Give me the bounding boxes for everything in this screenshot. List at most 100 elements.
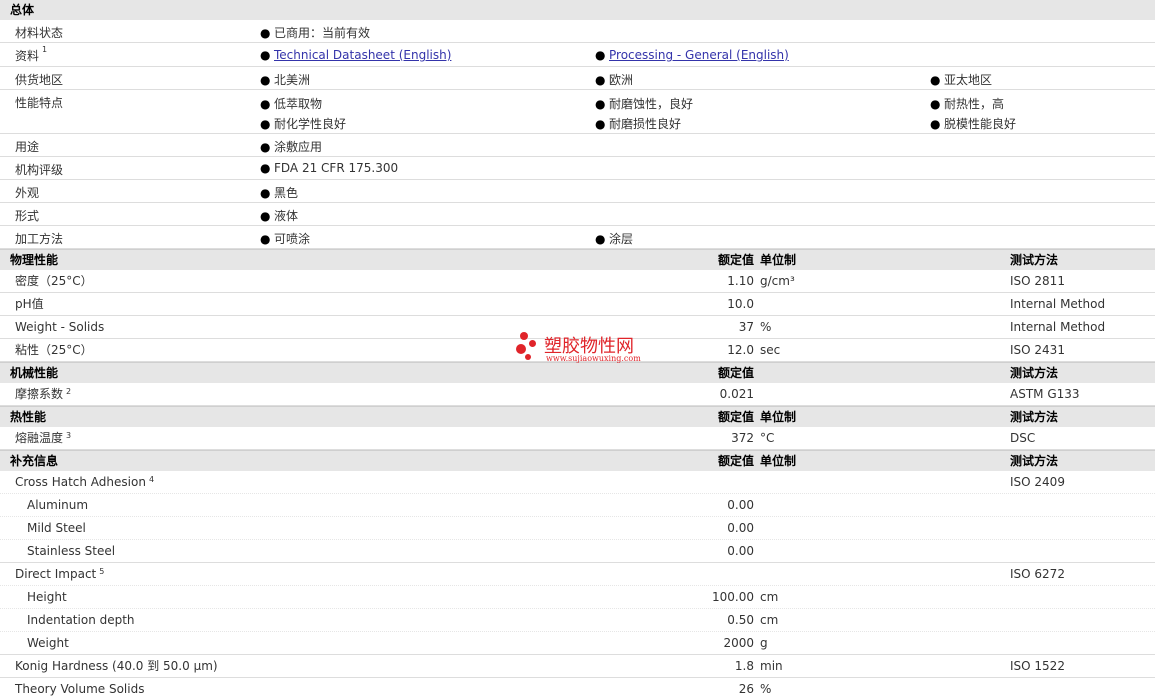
cell: ● 液体 bbox=[260, 209, 299, 223]
bullet-icon: ● bbox=[260, 117, 271, 131]
row-label: 用途 bbox=[15, 140, 40, 154]
property-value: 372 bbox=[731, 431, 754, 445]
property-unit: sec bbox=[760, 343, 781, 357]
cell: ● 北美洲 bbox=[260, 73, 311, 87]
bullet-icon: ● bbox=[930, 97, 941, 111]
row-agency-rating: 机构评级 ● FDA 21 CFR 175.300 bbox=[0, 157, 1155, 180]
cell: ● 涂层 bbox=[595, 232, 634, 246]
property-label: Weight bbox=[27, 636, 69, 650]
table-row: Cross Hatch Adhesion 4 ISO 2409 bbox=[0, 471, 1155, 494]
table-row: Indentation depth 0.50 cm bbox=[0, 609, 1155, 632]
property-value: 0.50 bbox=[727, 613, 754, 627]
section-header-thermal: 热性能 额定值 单位制 测试方法 bbox=[0, 406, 1155, 427]
property-label: 熔融温度 3 bbox=[15, 431, 72, 445]
bullet-icon: ● bbox=[595, 97, 606, 111]
row-label: 供货地区 bbox=[15, 73, 64, 87]
property-value: 2000 bbox=[723, 636, 754, 650]
table-row: Direct Impact 5 ISO 6272 bbox=[0, 563, 1155, 586]
property-test: Internal Method bbox=[1010, 320, 1106, 334]
property-value: 0.00 bbox=[727, 498, 754, 512]
bullet-icon: ● bbox=[260, 73, 271, 87]
section-title: 热性能 bbox=[10, 410, 47, 424]
column-test: 测试方法 bbox=[1010, 366, 1059, 380]
column-test: 测试方法 bbox=[1010, 454, 1059, 468]
property-value: 0.00 bbox=[727, 521, 754, 535]
property-label: Cross Hatch Adhesion 4 bbox=[15, 475, 155, 489]
column-test: 测试方法 bbox=[1010, 410, 1059, 424]
bullet-icon: ● bbox=[260, 232, 271, 246]
property-test: ISO 2409 bbox=[1010, 475, 1065, 489]
property-value: 0.021 bbox=[719, 387, 754, 401]
property-label: Direct Impact 5 bbox=[15, 567, 105, 581]
property-value: 100.00 bbox=[712, 590, 754, 604]
bullet-icon: ● bbox=[260, 48, 271, 62]
table-row: Aluminum 0.00 bbox=[0, 494, 1155, 517]
table-row: 熔融温度 3 372 °C DSC bbox=[0, 427, 1155, 450]
cell: ● 脱模性能良好 bbox=[930, 117, 1017, 131]
column-nominal: 额定值 bbox=[717, 253, 754, 267]
property-label: Stainless Steel bbox=[27, 544, 116, 558]
cell: ● 可喷涂 bbox=[260, 232, 311, 246]
cell: ● 亚太地区 bbox=[930, 73, 993, 87]
watermark-dot-icon bbox=[516, 344, 526, 354]
link-processing-general[interactable]: Processing - General (English) bbox=[609, 48, 789, 62]
section-title: 机械性能 bbox=[10, 366, 59, 380]
watermark-dot-icon bbox=[520, 332, 528, 340]
table-row: Konig Hardness (40.0 到 50.0 µm) 1.8 min … bbox=[0, 655, 1155, 678]
row-label: 加工方法 bbox=[15, 232, 64, 246]
cell: ● 低萃取物 bbox=[260, 97, 323, 111]
property-unit: g/cm³ bbox=[760, 274, 795, 288]
property-test: ASTM G133 bbox=[1010, 387, 1080, 401]
property-test: ISO 1522 bbox=[1010, 659, 1065, 673]
bullet-icon: ● bbox=[930, 73, 941, 87]
row-label: 材料状态 bbox=[15, 26, 64, 40]
bullet-icon: ● bbox=[595, 232, 606, 246]
column-unit: 单位制 bbox=[760, 410, 797, 424]
column-nominal: 额定值 bbox=[717, 366, 754, 380]
property-label: Weight - Solids bbox=[15, 320, 105, 334]
property-value: 12.0 bbox=[727, 343, 754, 357]
cell: ● 耐热性，高 bbox=[930, 97, 1005, 111]
property-test: ISO 2431 bbox=[1010, 343, 1065, 357]
watermark-dot-icon bbox=[525, 354, 531, 360]
table-row: Weight 2000 g bbox=[0, 632, 1155, 655]
table-row: pH值 10.0 Internal Method bbox=[0, 293, 1155, 316]
cell: ● Technical Datasheet (English) bbox=[260, 48, 451, 62]
property-unit: cm bbox=[760, 590, 779, 604]
cell: ● 耐磨损性良好 bbox=[595, 117, 682, 131]
link-technical-datasheet[interactable]: Technical Datasheet (English) bbox=[274, 48, 451, 62]
bullet-icon: ● bbox=[260, 186, 271, 200]
property-test: Internal Method bbox=[1010, 297, 1106, 311]
section-header-general: 总体 bbox=[0, 0, 1155, 20]
bullet-icon: ● bbox=[595, 117, 606, 131]
section-header-physical: 物理性能 额定值 单位制 测试方法 bbox=[0, 249, 1155, 270]
row-appearance: 外观 ● 黑色 bbox=[0, 180, 1155, 203]
row-uses: 用途 ● 涂敷应用 bbox=[0, 134, 1155, 157]
section-title: 物理性能 bbox=[10, 253, 59, 267]
property-label: Mild Steel bbox=[27, 521, 86, 535]
property-unit: % bbox=[760, 320, 772, 334]
row-label: 机构评级 bbox=[15, 163, 64, 177]
property-unit: cm bbox=[760, 613, 779, 627]
property-label: pH值 bbox=[15, 297, 44, 311]
property-label: 粘性（25°C） bbox=[15, 343, 93, 357]
bullet-icon: ● bbox=[260, 140, 271, 154]
table-row: 密度（25°C） 1.10 g/cm³ ISO 2811 bbox=[0, 270, 1155, 293]
row-processing-method: 加工方法 ● 可喷涂 ● 涂层 bbox=[0, 226, 1155, 249]
property-test: ISO 6272 bbox=[1010, 567, 1065, 581]
column-unit: 单位制 bbox=[760, 253, 797, 267]
property-value: 26 bbox=[738, 682, 754, 696]
bullet-icon: ● bbox=[595, 48, 606, 62]
property-unit: g bbox=[760, 636, 768, 650]
property-label: Height bbox=[27, 590, 67, 604]
row-label: 外观 bbox=[15, 186, 40, 200]
row-documents: 资料 1 ● Technical Datasheet (English) ● Proc… bbox=[0, 43, 1155, 67]
watermark-dot-icon bbox=[529, 340, 536, 347]
property-value: 1.8 bbox=[734, 659, 754, 673]
cell: ● FDA 21 CFR 175.300 bbox=[260, 161, 399, 175]
property-value: 37 bbox=[738, 320, 754, 334]
watermark: 塑胶物性网 www.sujiaowuxing.com bbox=[516, 330, 676, 370]
table-row: 摩擦系数 2 0.021 ASTM G133 bbox=[0, 383, 1155, 406]
section-header-supplementary: 补充信息 额定值 单位制 测试方法 bbox=[0, 450, 1155, 471]
column-nominal: 额定值 bbox=[717, 454, 754, 468]
